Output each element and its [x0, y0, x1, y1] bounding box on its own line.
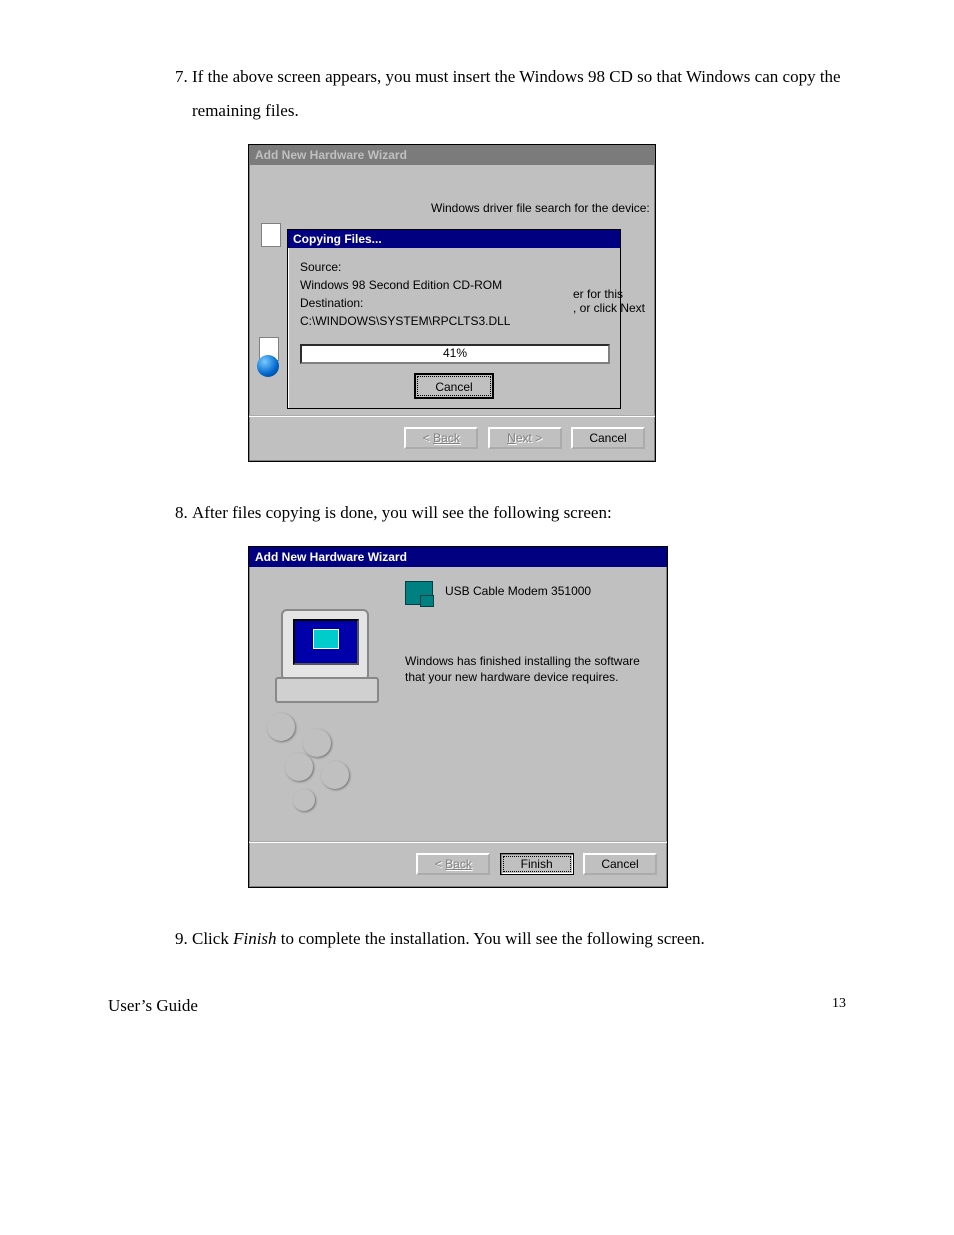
finish-button[interactable]: Finish	[500, 853, 574, 875]
cd-icon	[303, 729, 331, 757]
footer-left: User’s Guide	[108, 996, 198, 1016]
source-label: Source:	[300, 258, 608, 276]
page-number: 13	[832, 996, 846, 1016]
back-button[interactable]: < Back	[416, 853, 490, 875]
cancel-button[interactable]: Cancel	[571, 427, 645, 449]
add-new-hardware-wizard-dialog-2: Add New Hardware Wizard USB Cable Modem …	[248, 546, 668, 888]
step-7-text: If the above screen appears, you must in…	[192, 67, 841, 120]
device-icon	[405, 581, 433, 605]
dialog2-titlebar: Add New Hardware Wizard	[249, 547, 667, 567]
destination-value: C:\WINDOWS\SYSTEM\RPCLTS3.DLL	[300, 312, 608, 330]
finish-message: Windows has finished installing the soft…	[405, 653, 653, 685]
cd-icon	[285, 753, 313, 781]
step-9-finish-word: Finish	[233, 929, 276, 948]
step-8-text: After files copying is done, you will se…	[192, 503, 612, 522]
source-value: Windows 98 Second Edition CD-ROM	[300, 276, 608, 294]
next-button[interactable]: Next >	[488, 427, 562, 449]
cd-icon	[293, 789, 315, 811]
figure-finish-install: Add New Hardware Wizard USB Cable Modem …	[248, 546, 846, 888]
page-footer: User’s Guide 13	[108, 996, 846, 1016]
copying-files-title: Copying Files...	[288, 230, 620, 248]
add-new-hardware-wizard-dialog-1: Add New Hardware Wizard Windows driver f…	[248, 144, 656, 462]
wizard-art-icon	[263, 581, 405, 831]
cd-icon	[321, 761, 349, 789]
paper-icon	[261, 223, 281, 247]
step-7: If the above screen appears, you must in…	[192, 60, 846, 128]
device-name: USB Cable Modem 351000	[445, 581, 591, 598]
copying-files-subdialog: Copying Files... Source: Windows 98 Seco…	[287, 229, 621, 409]
cd-icon	[267, 713, 295, 741]
step-9-text-a: Click	[192, 929, 233, 948]
bg-text-line2: , or click Next	[573, 301, 645, 315]
figure-copying-files: Add New Hardware Wizard Windows driver f…	[248, 144, 846, 462]
destination-label: Destination:	[300, 294, 608, 312]
copy-progress: 41%	[300, 344, 610, 364]
step-9-text-c: to complete the installation. You will s…	[277, 929, 705, 948]
step-8: After files copying is done, you will se…	[192, 496, 846, 530]
globe-icon	[257, 355, 279, 377]
dialog1-titlebar: Add New Hardware Wizard	[249, 145, 655, 165]
cancel-button[interactable]: Cancel	[583, 853, 657, 875]
step-9: Click Finish to complete the installatio…	[192, 922, 846, 956]
monitor-icon	[281, 609, 369, 681]
bg-text-line1: er for this	[573, 287, 645, 301]
dialog1-subtitle: Windows driver file search for the devic…	[431, 201, 650, 215]
back-button[interactable]: < Back	[404, 427, 478, 449]
copying-cancel-button[interactable]: Cancel	[417, 376, 491, 396]
dialog1-background-text: er for this , or click Next	[573, 287, 645, 315]
